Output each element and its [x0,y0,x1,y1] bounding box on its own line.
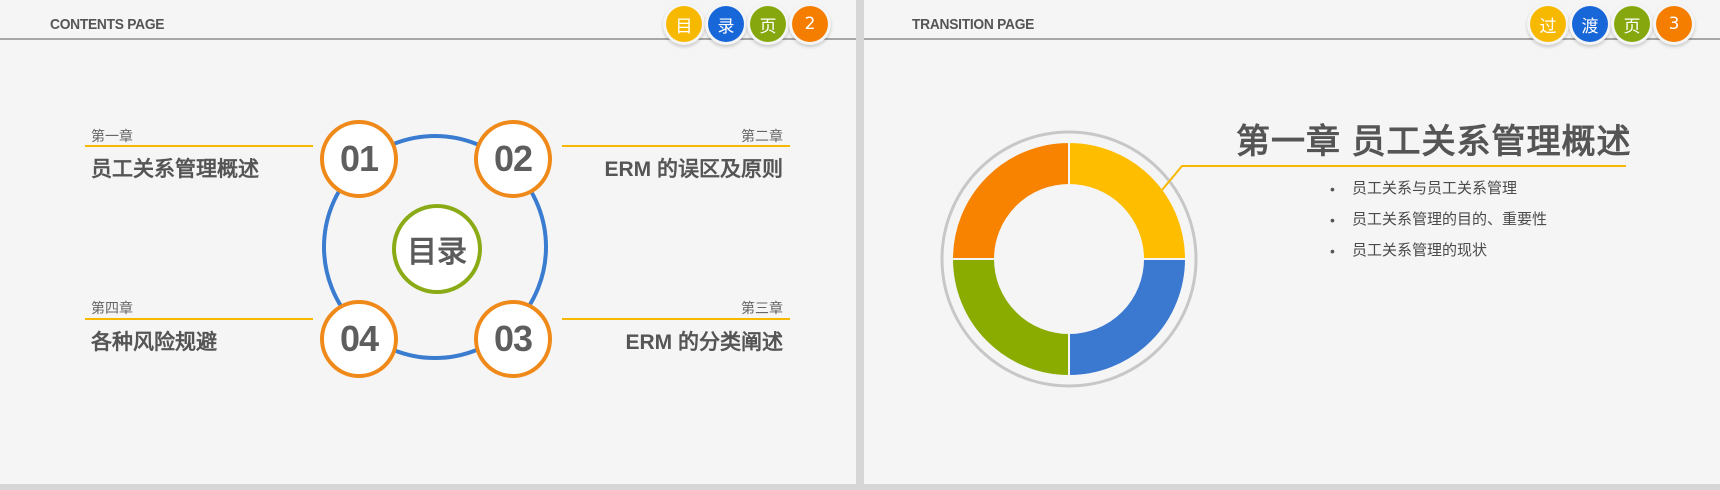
donut-chart [940,130,1626,388]
donut-hole [995,185,1143,333]
chapter-2-underline [562,145,790,147]
bullet-item: 员工关系与员工关系管理 [1330,178,1547,209]
tab-page-number[interactable]: 2 [792,6,828,42]
chapter-1-label: 第一章 [91,128,133,144]
chapter-1-underline [85,145,313,147]
contents-slide: CONTENTS PAGE 目 录 页 2 目录 第一章 员工关系管理概述 01… [0,0,856,484]
tab-lu[interactable]: 录 [708,6,744,42]
page-tabs: 目 录 页 2 [666,6,828,42]
chapter-2-label: 第二章 [741,128,783,144]
tab-ye[interactable]: 页 [750,6,786,42]
bottom-bar [0,484,1720,490]
chapter-4-title[interactable]: 各种风险规避 [91,326,217,356]
bullet-list: 员工关系与员工关系管理 员工关系管理的目的、重要性 员工关系管理的现状 [1330,178,1547,271]
chapter-title: 第一章 员工关系管理概述 [1236,123,1632,161]
chapter-3-label: 第三章 [741,300,783,316]
chapter-4-label: 第四章 [91,300,133,316]
contents-center: 目录 [392,204,482,294]
slide-header: CONTENTS PAGE [50,16,165,33]
chapter-1-title[interactable]: 员工关系管理概述 [91,153,259,183]
chapter-1-number[interactable]: 01 [320,120,398,198]
chapter-4-number[interactable]: 04 [320,300,398,378]
chapter-4-underline [85,318,313,320]
tab-mu[interactable]: 目 [666,6,702,42]
bullet-item: 员工关系管理的现状 [1330,240,1547,271]
chapter-3-underline [562,318,790,320]
bullet-item: 员工关系管理的目的、重要性 [1330,209,1547,240]
transition-slide: TRANSITION PAGE 过 渡 页 3 第一章 员工关系管理概述 员工关… [864,0,1720,484]
chapter-3-number[interactable]: 03 [474,300,552,378]
chapter-2-title[interactable]: ERM 的误区及原则 [605,153,784,183]
chapter-2-number[interactable]: 02 [474,120,552,198]
chapter-3-title[interactable]: ERM 的分类阐述 [626,326,784,356]
